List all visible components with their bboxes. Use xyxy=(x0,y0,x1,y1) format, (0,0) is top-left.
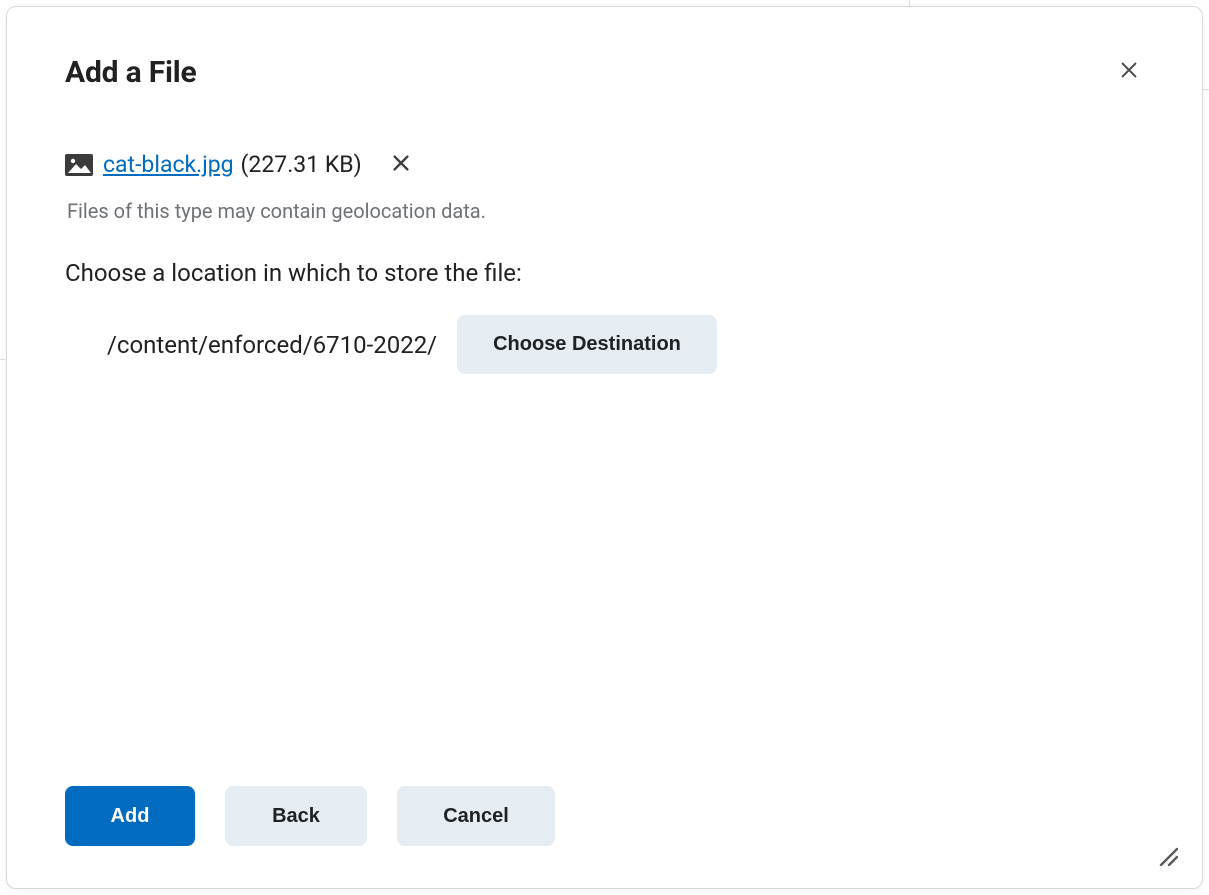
location-path: /content/enforced/6710-2022/ xyxy=(107,331,437,359)
add-file-dialog: Add a File cat-black.jpg (227.31 KB) xyxy=(6,6,1203,889)
remove-icon xyxy=(390,152,412,177)
cancel-button[interactable]: Cancel xyxy=(397,786,555,846)
geolocation-warning: Files of this type may contain geolocati… xyxy=(65,199,1144,223)
resize-handle[interactable] xyxy=(1154,842,1178,866)
image-icon xyxy=(65,154,93,176)
close-dialog-button[interactable] xyxy=(1114,55,1144,88)
location-row: /content/enforced/6710-2022/ Choose Dest… xyxy=(65,315,1144,374)
dialog-footer: Add Back Cancel xyxy=(7,786,1202,888)
file-row: cat-black.jpg (227.31 KB) xyxy=(65,148,1144,181)
dialog-header: Add a File xyxy=(7,7,1202,90)
location-prompt: Choose a location in which to store the … xyxy=(65,259,1144,287)
dialog-title: Add a File xyxy=(65,55,196,90)
add-button[interactable]: Add xyxy=(65,786,195,846)
remove-file-button[interactable] xyxy=(386,148,416,181)
file-name-link[interactable]: cat-black.jpg xyxy=(103,151,234,178)
choose-destination-button[interactable]: Choose Destination xyxy=(457,315,717,374)
file-size: (227.31 KB) xyxy=(241,151,362,178)
close-icon xyxy=(1118,59,1140,84)
dialog-body: cat-black.jpg (227.31 KB) Files of this … xyxy=(7,90,1202,786)
back-button[interactable]: Back xyxy=(225,786,367,846)
